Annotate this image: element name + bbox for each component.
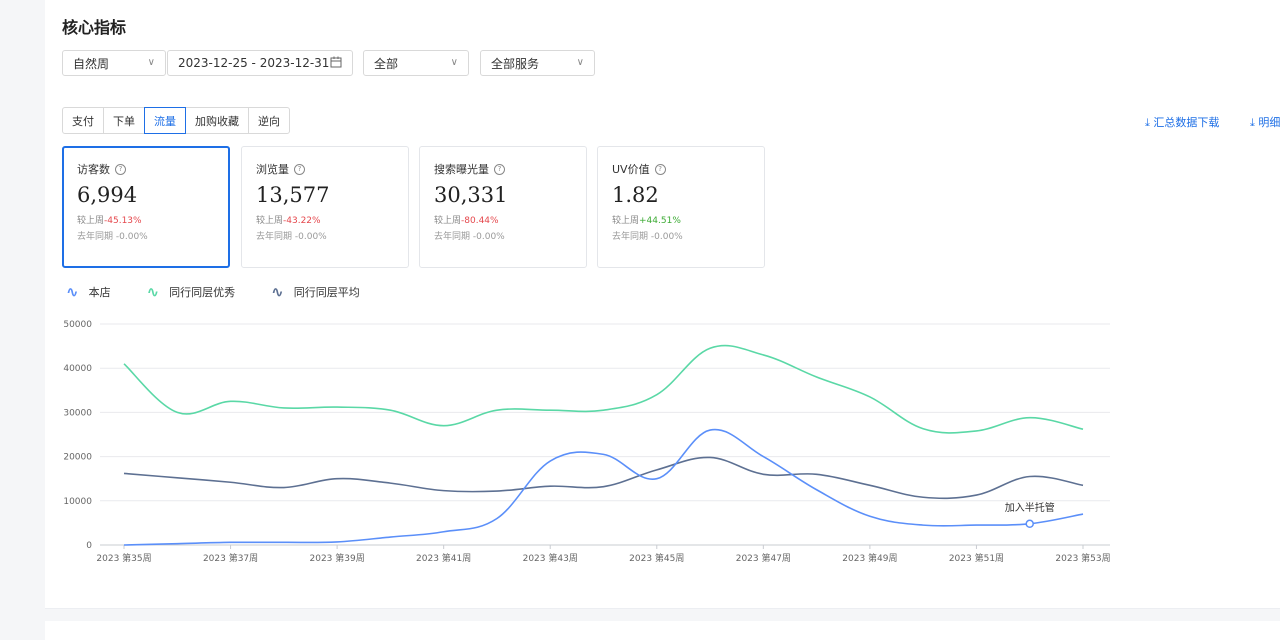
y-tick-label: 30000	[63, 408, 92, 418]
y-tick-label: 20000	[63, 453, 92, 463]
x-tick-label: 2023 第41周	[416, 552, 471, 564]
x-tick-label: 2023 第49周	[842, 552, 897, 564]
annotation-label: 加入半托管	[1005, 501, 1055, 514]
y-tick-label: 40000	[63, 364, 92, 374]
tab-traffic[interactable]: 流量	[144, 107, 186, 134]
x-tick-label: 2023 第39周	[310, 552, 365, 564]
x-tick-label: 2023 第43周	[523, 552, 578, 564]
x-tick-label: 2023 第37周	[203, 552, 258, 564]
x-tick-label: 2023 第35周	[96, 552, 151, 564]
x-tick-label: 2023 第47周	[736, 552, 791, 564]
series-line-excellent	[123, 344, 1084, 434]
series-line-average	[123, 456, 1084, 500]
y-tick-label: 10000	[63, 497, 92, 507]
x-tick-label: 2023 第51周	[949, 552, 1004, 564]
x-tick-label: 2023 第53周	[1055, 552, 1110, 564]
y-tick-label: 50000	[63, 320, 92, 330]
y-tick-label: 0	[86, 541, 92, 551]
traffic-line-chart: 0 10000 20000 30000 40000 50000 2023 第35周 2023 …	[63, 320, 1110, 564]
x-tick-label: 2023 第45周	[629, 552, 684, 564]
annotation-point	[1025, 519, 1034, 529]
